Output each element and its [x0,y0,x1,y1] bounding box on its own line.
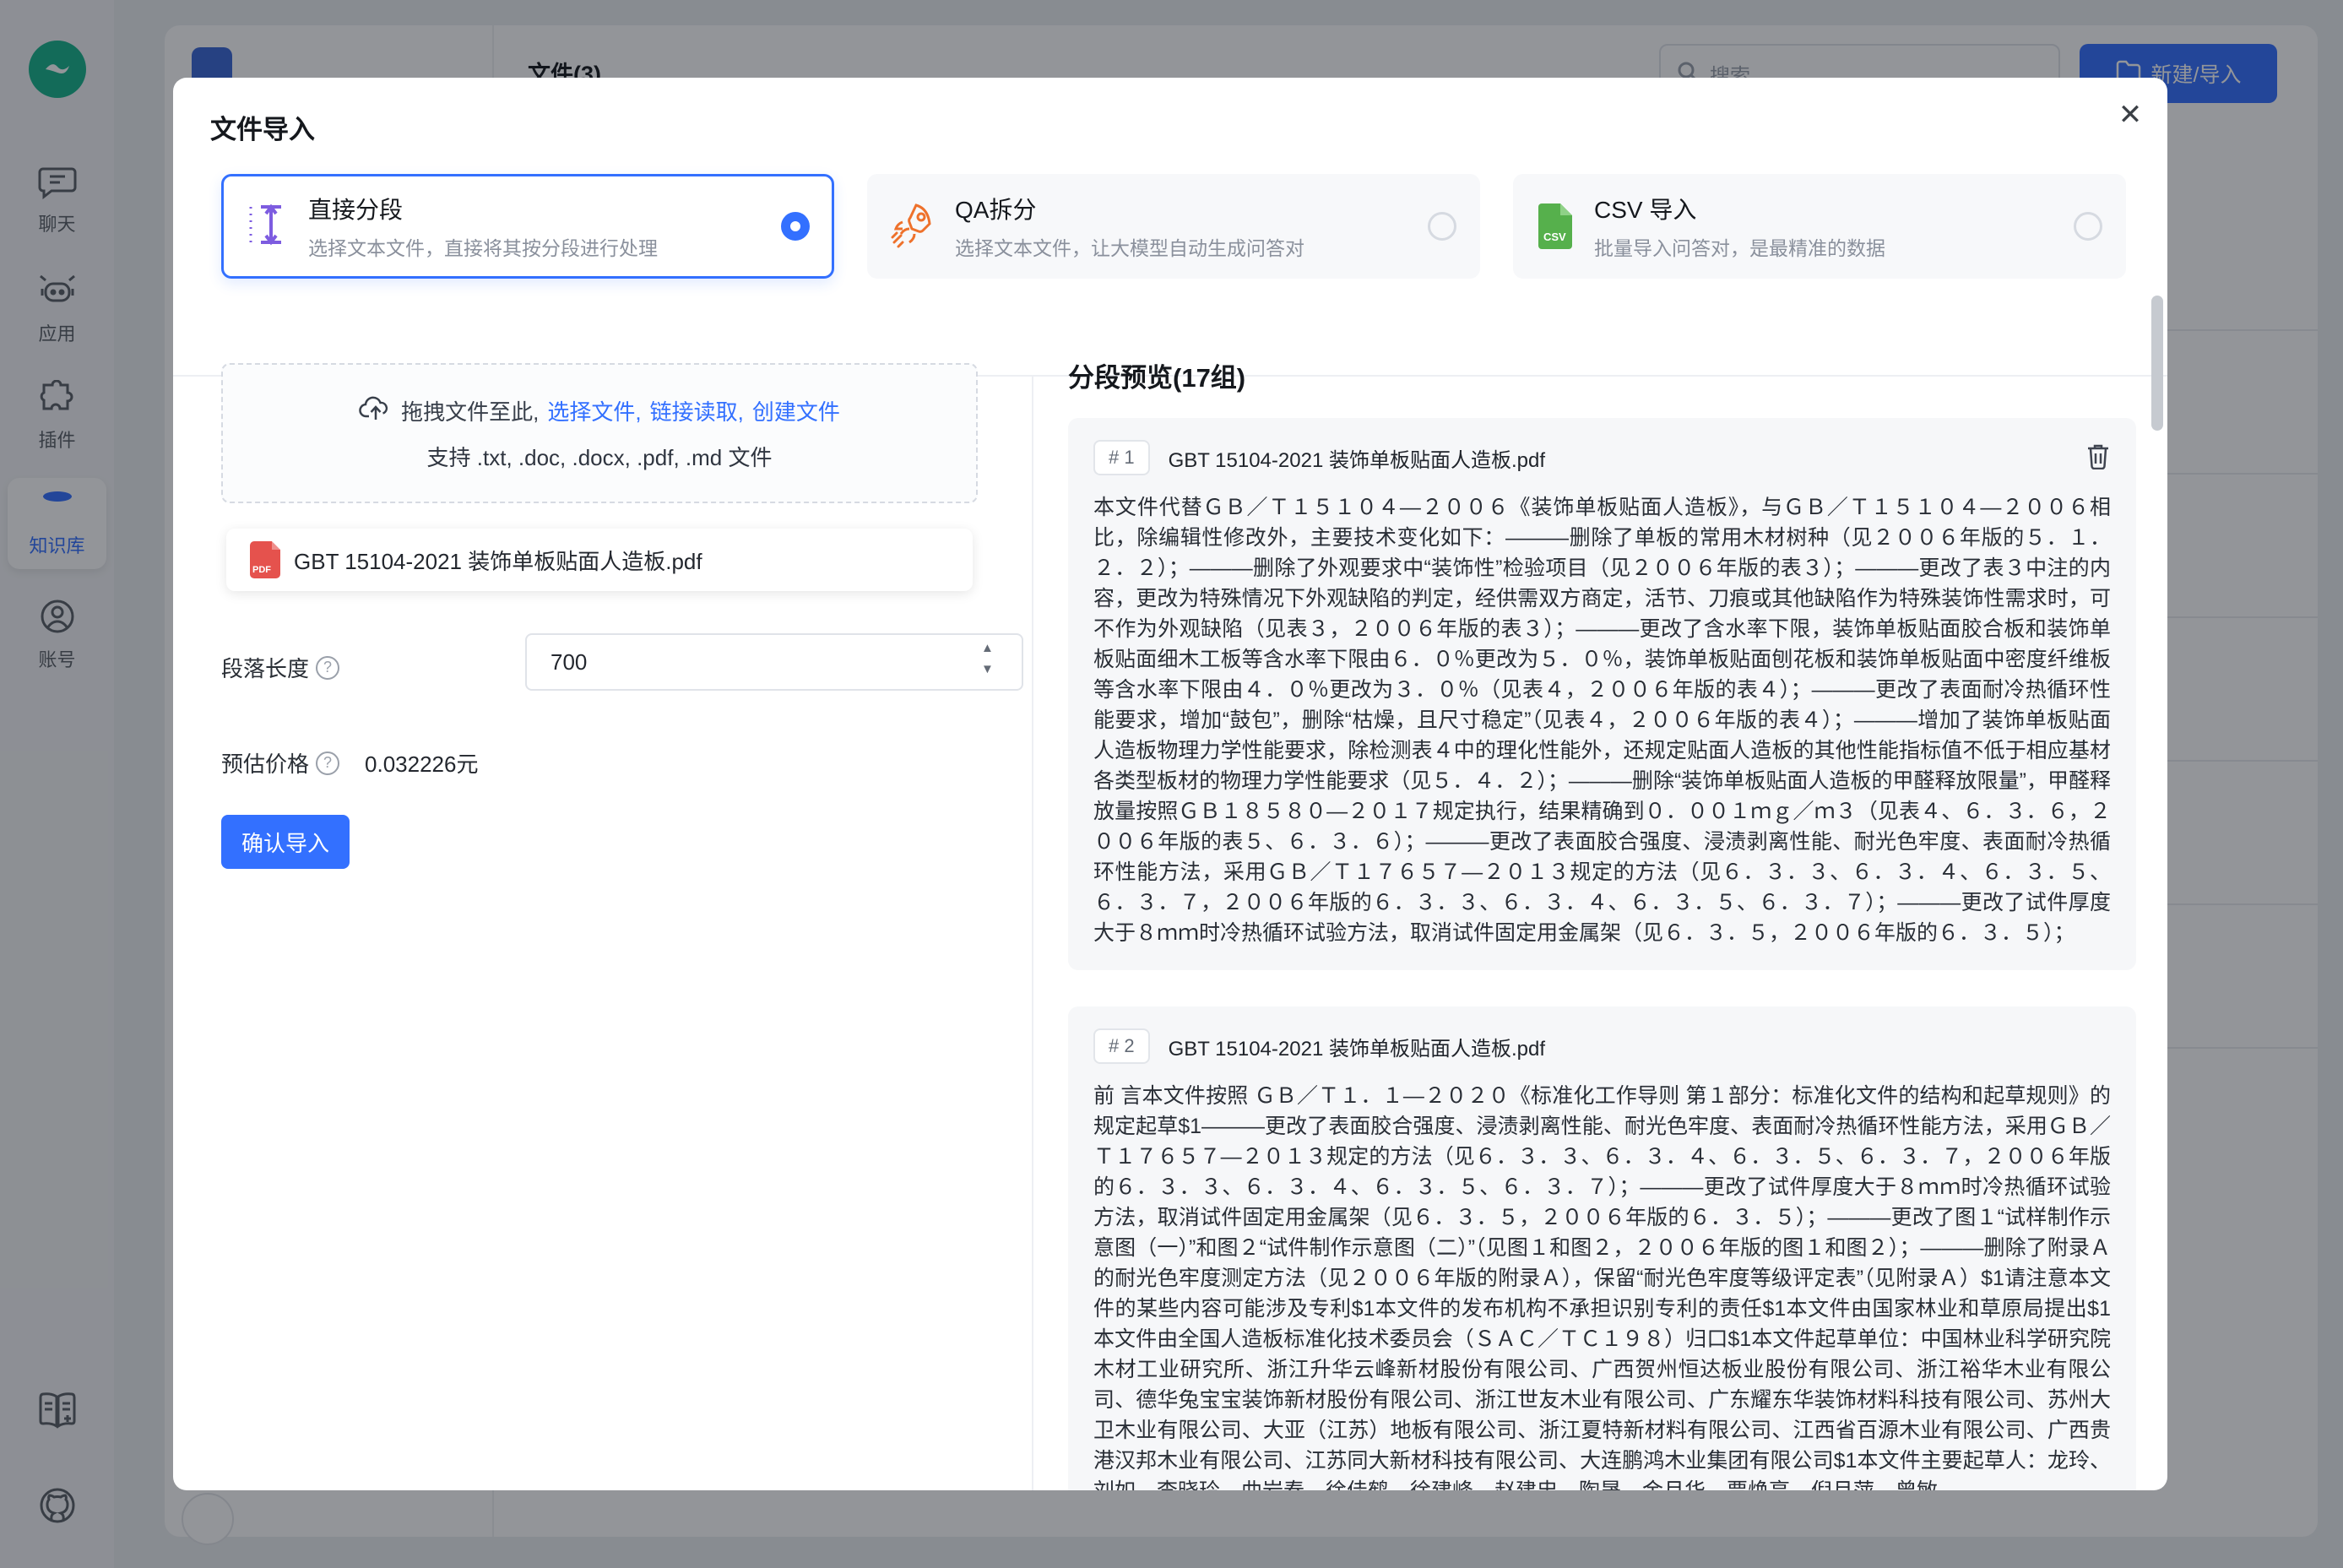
segment-card: # 1 GBT 15104-2021 装饰单板贴面人造板.pdf 本文件代替ＧＢ… [1068,418,2136,970]
link-read-link[interactable]: 链接读取, [650,395,744,426]
segment-body-text: 前 言本文件按照 ＧＢ／Ｔ１．１—２０２０《标准化工作导则 第１部分：标准化文件… [1093,1081,2111,1490]
pdf-file-icon [250,541,280,578]
cloud-upload-icon [359,394,393,427]
text-split-icon [246,198,290,255]
modal-scrollbar-thumb[interactable] [2151,296,2163,431]
csv-file-icon: CSV [1537,200,1576,253]
modal-divider-vertical [1032,377,1033,1490]
mode-title: CSV 导入 [1594,192,1885,225]
mode-card-csv-import[interactable]: CSV CSV 导入 批量导入问答对，是最精准的数据 [1513,174,2126,279]
number-stepper[interactable]: ▲▼ [981,642,994,675]
para-length-label: 段落长度 [221,652,309,683]
rocket-icon [891,200,936,253]
para-length-input[interactable] [525,633,1023,691]
radio-direct-split[interactable] [781,212,810,241]
mode-desc: 选择文本文件，直接将其按分段进行处理 [308,232,658,261]
mode-card-qa-split[interactable]: QA拆分 选择文本文件，让大模型自动生成问答对 [867,174,1480,279]
mode-title: QA拆分 [955,192,1304,225]
screen: 聊天 应用 插件 知识库 账号 [0,0,2343,1568]
modal-title: 文件导入 [210,108,315,146]
stepper-up-icon[interactable]: ▲ [981,642,994,654]
price-row: 预估价格 ? 0.032226元 [221,747,478,779]
supported-formats-text: 支持 .txt, .doc, .docx, .pdf, .md 文件 [427,441,773,472]
help-icon[interactable]: ? [316,656,339,680]
segment-file-name: GBT 15104-2021 装饰单板贴面人造板.pdf [1169,1032,1545,1061]
segment-body-text: 本文件代替ＧＢ／Ｔ１５１０４—２００６《装饰单板贴面人造板》，与ＧＢ／Ｔ１５１０… [1093,492,2111,948]
file-dropzone[interactable]: 拖拽文件至此, 选择文件, 链接读取, 创建文件 支持 .txt, .doc, … [221,363,978,503]
delete-segment-icon[interactable] [2085,442,2111,474]
close-icon[interactable]: ✕ [2108,93,2152,137]
mode-desc: 批量导入问答对，是最精准的数据 [1594,232,1885,261]
uploaded-file-item[interactable]: GBT 15104-2021 装饰单板贴面人造板.pdf [226,529,973,591]
svg-text:CSV: CSV [1543,231,1566,243]
para-length-row: 段落长度 ? ▲▼ [221,652,339,683]
price-value: 0.032226元 [365,747,478,779]
segment-index-badge: # 1 [1093,440,1150,475]
help-icon[interactable]: ? [316,751,339,775]
segment-card: # 2 GBT 15104-2021 装饰单板贴面人造板.pdf 前 言本文件按… [1068,1006,2136,1490]
mode-title: 直接分段 [308,192,658,225]
mode-card-direct-split[interactable]: 直接分段 选择文本文件，直接将其按分段进行处理 [221,174,834,279]
mode-desc: 选择文本文件，让大模型自动生成问答对 [955,232,1304,261]
stepper-down-icon[interactable]: ▼ [981,663,994,675]
select-file-link[interactable]: 选择文件, [547,395,641,426]
file-import-modal: 文件导入 ✕ 直接分段 选择文本文件，直接将其按分段进行处理 QA拆分 选择文本… [173,78,2167,1490]
price-label: 预估价格 [221,747,309,779]
create-file-link[interactable]: 创建文件 [752,395,840,426]
radio-qa-split[interactable] [1428,212,1456,241]
radio-csv-import[interactable] [2074,212,2102,241]
segment-index-badge: # 2 [1093,1028,1150,1064]
uploaded-file-name: GBT 15104-2021 装饰单板贴面人造板.pdf [294,545,702,576]
confirm-import-button[interactable]: 确认导入 [221,815,350,869]
preview-heading: 分段预览(17组) [1068,356,1245,394]
dropzone-text: 拖拽文件至此, [401,395,539,426]
segment-file-name: GBT 15104-2021 装饰单板贴面人造板.pdf [1169,443,1545,473]
